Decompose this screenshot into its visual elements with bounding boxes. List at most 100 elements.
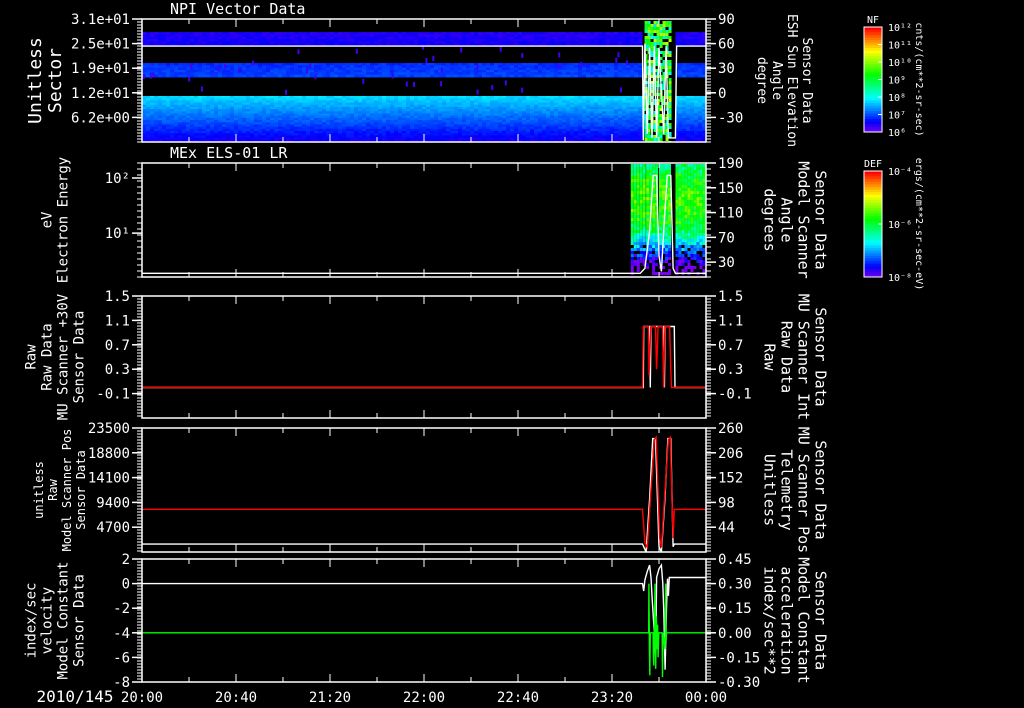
spectrogram-cell <box>644 24 648 27</box>
spectrogram-cell <box>653 39 657 42</box>
spectrogram-cell <box>290 74 294 78</box>
spectrogram-cell <box>504 80 507 86</box>
spectrogram-cell <box>402 74 406 78</box>
spectrogram-cell <box>662 30 666 33</box>
spectrogram-cell <box>198 74 202 78</box>
spectrogram-cell <box>650 30 654 33</box>
spectrogram-cell <box>665 30 669 33</box>
spectrogram-cell <box>668 21 672 24</box>
spectrogram-cell <box>514 74 518 78</box>
spectrogram-cell <box>425 58 428 64</box>
spectrogram-cell <box>418 74 422 78</box>
spectrogram-cell <box>659 45 663 48</box>
spectrogram-cell <box>378 74 382 78</box>
spectrogram-cell <box>668 84 672 87</box>
spectrogram-cell <box>550 74 554 78</box>
spectrogram-cell <box>653 21 657 24</box>
spectrogram-cell <box>618 74 622 78</box>
spectrogram-cell <box>355 48 358 54</box>
spectrogram-cell <box>286 74 290 78</box>
spectrogram-cell <box>413 82 416 88</box>
spectrogram-cell <box>224 64 227 70</box>
spectrogram-cell <box>202 74 206 78</box>
spectrogram-cell <box>656 24 660 27</box>
spectrogram-cell <box>338 74 342 78</box>
spectrogram-cell <box>650 45 654 48</box>
spectrogram-cell <box>440 81 443 87</box>
spectrogram-cell <box>297 49 300 55</box>
spectrogram-cell <box>558 74 562 78</box>
multi-panel-plot: 3.1e+012.5e+011.9e+011.2e+016.2e+0090603… <box>0 0 1024 708</box>
spectrogram-cell <box>230 74 234 78</box>
spectrogram-cell <box>662 54 666 57</box>
spectrogram-cell <box>650 51 654 54</box>
spectrogram-cell <box>644 39 648 42</box>
spectrogram-cell <box>590 74 594 78</box>
spectrogram-cell <box>653 27 657 30</box>
spectrogram-cell <box>521 87 524 93</box>
spectrogram-cell <box>602 74 606 78</box>
spectrogram-cell <box>178 74 182 78</box>
spectrogram-cell <box>302 74 306 78</box>
spectrogram-cell <box>668 93 672 96</box>
spectrogram-cell <box>668 69 672 72</box>
spectrogram-cell <box>638 74 642 78</box>
spectrogram-cell <box>668 27 672 30</box>
spectrogram-cell <box>644 21 648 24</box>
spectrogram-cell <box>432 55 435 61</box>
spectrogram-cell <box>653 36 657 39</box>
spectrogram-cell <box>558 52 561 58</box>
spectrogram-cell <box>217 66 220 72</box>
spectrogram-cell <box>668 126 672 129</box>
spectrogram-cell <box>410 74 414 78</box>
spectrogram-cell <box>647 27 651 30</box>
spectrogram-cell <box>659 42 663 45</box>
spectrogram-cell <box>650 63 654 66</box>
spectrogram-cell <box>659 126 663 129</box>
spectrogram-cell <box>426 74 430 78</box>
spectrogram-cell <box>490 74 494 78</box>
spectrogram-cell <box>298 74 302 78</box>
spectrogram-cell <box>438 74 442 78</box>
spectrogram-cell <box>146 74 150 78</box>
spectrogram-cell <box>238 74 242 78</box>
spectrogram-cell <box>478 74 482 78</box>
spectrogram-cell <box>650 33 654 36</box>
spectrogram-cell <box>466 74 470 78</box>
spectrogram-cell <box>614 74 618 78</box>
spectrogram-cell <box>644 138 648 141</box>
spectrogram-cell <box>309 63 312 69</box>
spectrogram-cell <box>502 74 506 78</box>
spectrogram-cell <box>258 74 262 78</box>
spectrogram-cell <box>214 74 218 78</box>
spectrogram-cell <box>521 52 524 58</box>
spectrogram-cell <box>374 74 378 78</box>
spectrogram-cell <box>460 47 463 53</box>
spectrogram-cell <box>350 74 354 78</box>
spectrogram-cell <box>421 44 424 50</box>
spectrogram-cell <box>278 74 282 78</box>
spectrogram-cell <box>482 74 486 78</box>
spectrogram-cell <box>656 42 660 45</box>
spectrogram-cell <box>668 66 672 69</box>
spectrogram-cell <box>526 74 530 78</box>
spectrogram-cell <box>188 76 191 82</box>
spectrogram-cell <box>668 114 672 117</box>
spectrogram-cell <box>662 27 666 30</box>
spectrogram-cell <box>656 33 660 36</box>
spectrogram-cell <box>665 36 669 39</box>
spectrogram-cell <box>574 74 578 78</box>
spectrogram-cell <box>647 42 651 45</box>
spectrogram-cell <box>668 72 672 75</box>
spectrogram-cell <box>370 74 374 78</box>
spectrogram-cell <box>201 86 204 92</box>
spectrogram-cell <box>194 74 198 78</box>
spectrogram-cell <box>617 52 620 58</box>
spectrogram-cell <box>506 74 510 78</box>
spectrogram-cell <box>246 74 250 78</box>
spectrogram-cell <box>476 89 479 95</box>
spectrogram-cell <box>170 74 174 78</box>
spectrogram-cell <box>450 74 454 78</box>
spectrogram-cell <box>362 74 366 78</box>
spectrogram-cell <box>486 74 490 78</box>
